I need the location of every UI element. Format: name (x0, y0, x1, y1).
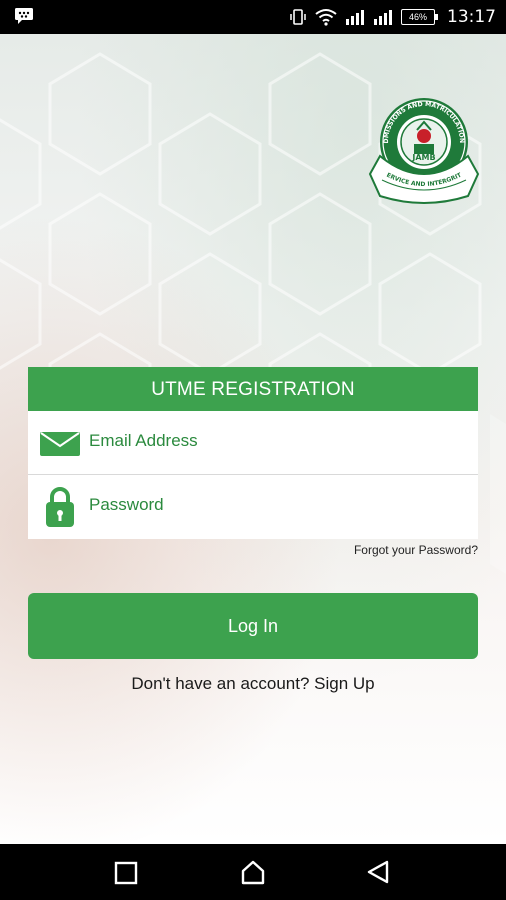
wifi-icon (315, 8, 337, 26)
battery-indicator: 46% (401, 9, 438, 25)
password-placeholder: Password (89, 495, 164, 514)
login-screen: JOINT ADMISSIONS AND MATRICULATION BOARD… (0, 34, 506, 844)
login-button[interactable]: Log In (28, 593, 478, 659)
forgot-password-link[interactable]: Forgot your Password? (354, 543, 478, 557)
svg-text:JAMB: JAMB (411, 153, 435, 162)
signal-icon (345, 9, 365, 25)
login-card: UTME REGISTRATION Email Address Password (28, 367, 478, 539)
card-title: UTME REGISTRATION (28, 367, 478, 411)
lock-icon (46, 487, 74, 532)
navigation-bar (0, 844, 506, 900)
message-notification-icon (14, 7, 34, 30)
status-bar: 46% 13:17 (0, 0, 506, 34)
home-icon[interactable] (240, 859, 266, 890)
status-time: 13:17 (447, 7, 496, 27)
jamb-logo: JOINT ADMISSIONS AND MATRICULATION BOARD… (368, 96, 480, 204)
back-icon[interactable] (366, 860, 390, 889)
recent-apps-icon[interactable] (114, 861, 138, 890)
signup-link[interactable]: Don't have an account? Sign Up (0, 674, 506, 694)
password-field[interactable]: Password (28, 475, 478, 539)
email-placeholder: Email Address (89, 431, 198, 450)
email-field[interactable]: Email Address (28, 411, 478, 475)
envelope-icon (40, 432, 80, 461)
signal-icon (373, 9, 393, 25)
vibrate-icon (289, 8, 307, 26)
